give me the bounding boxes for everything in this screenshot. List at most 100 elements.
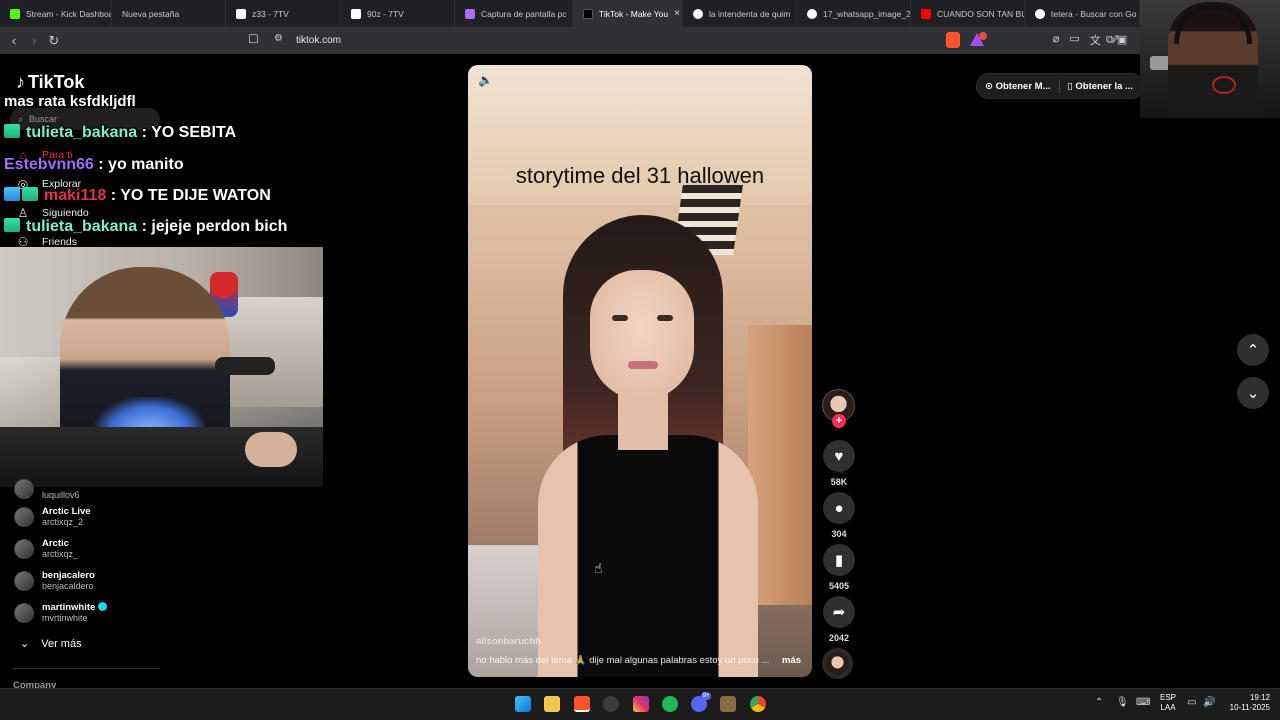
7tv-icon (351, 8, 361, 19)
site-settings-icon[interactable]: ⚙ (274, 33, 283, 44)
language-indicator[interactable]: ESP LAA (1160, 693, 1176, 713)
save-action[interactable]: ▮ 5405 (822, 544, 856, 591)
description-more-button[interactable]: más (782, 655, 801, 666)
following-name: martinwhite (42, 602, 96, 613)
video-face (590, 270, 694, 400)
7tv-icon (236, 8, 246, 19)
close-tab-icon[interactable]: × (674, 8, 680, 19)
chat-message: tulieta_bakana : jejeje perdon bich (4, 218, 287, 236)
tab-screenshot[interactable]: Captura de pantalla pc (455, 0, 573, 27)
tab-new[interactable]: Nueva pestaña (112, 0, 226, 27)
tiktok-logo[interactable]: ♪ TikTok (16, 72, 84, 93)
chat-header: mas rata ksfdkljdfl (4, 93, 136, 110)
windows-start-icon[interactable] (515, 696, 531, 712)
tab-7tv-1[interactable]: z33 - 7TV (226, 0, 341, 27)
following-item[interactable]: Arctic Live arctixqz_2 (14, 506, 91, 527)
youtube-icon (921, 8, 931, 19)
share-action[interactable]: ➦ 2042 (822, 596, 856, 643)
tab-bar: Stream - Kick Dashboa Nueva pestaña z33 … (0, 0, 1140, 27)
video-lips (628, 361, 658, 369)
url-field[interactable]: tiktok.com (296, 35, 341, 46)
instagram-icon[interactable] (633, 696, 649, 712)
clock[interactable]: 19:12 10-11-2025 (1226, 693, 1270, 713)
forward-icon[interactable]: › (24, 33, 44, 48)
get-app-button[interactable]: ▯ Obtener la ... (1068, 81, 1133, 92)
chat-text: : YO SEBITA (141, 124, 237, 141)
tab-whatsapp-image[interactable]: 17_whatsapp_image_2 (797, 0, 911, 27)
display-icon[interactable]: ▭ (1187, 697, 1196, 708)
like-count: 58K (830, 477, 848, 487)
spotify-icon[interactable] (662, 696, 678, 712)
tab-google-1[interactable]: la intendenta de quim (683, 0, 797, 27)
brave-browser-icon[interactable] (574, 696, 590, 712)
shirt-logo (1212, 76, 1236, 94)
tiktok-note-icon: ♪ (16, 72, 25, 92)
following-handle: benjacaldero (42, 581, 94, 591)
tab-7tv-2[interactable]: 90z - 7TV (341, 0, 455, 27)
following-item[interactable]: martinwhite mvrtinwhite (14, 602, 108, 623)
divider (12, 668, 160, 669)
comment-icon[interactable]: ● (823, 492, 855, 524)
bookmark-icon[interactable]: ▮ (823, 544, 855, 576)
tab-tiktok[interactable]: TikTok - Make You × (573, 0, 683, 27)
mouse-cursor-icon: ☝ (594, 560, 603, 576)
previous-video-button[interactable]: ⌃ (1237, 334, 1269, 366)
translate-icon[interactable]: 文 (1090, 32, 1101, 48)
chevron-up-icon[interactable]: ⌃ (1095, 697, 1103, 708)
following-handle: arctixqz_2 (42, 517, 84, 527)
volume-icon[interactable]: 🔊 (1203, 697, 1215, 708)
badge-icon (4, 187, 20, 201)
address-bar: ‹ › ↻ (0, 27, 1140, 54)
extensions-icon[interactable]: ⧉ ▣ (1106, 33, 1127, 47)
chat-message: Estebvnn66 : yo manito (4, 156, 184, 174)
logo-text: TikTok (28, 72, 85, 92)
following-item[interactable]: benjacalero benjacaldero (14, 570, 95, 591)
like-action[interactable]: ♥ 58K (822, 440, 856, 487)
chat-message: tulieta_bakana : YO SEBITA (4, 124, 236, 142)
chat-text: : YO TE DIJE WATON (110, 187, 271, 204)
video-overlay-title: storytime del 31 hallowen (515, 163, 765, 188)
obs-icon[interactable] (603, 696, 619, 712)
tab-youtube[interactable]: CUANDO SON TAN BU (911, 0, 1025, 27)
tiktok-icon (583, 8, 593, 19)
tab-label: 90z - 7TV (367, 8, 404, 19)
music-disc-avatar[interactable] (822, 648, 853, 679)
volume-icon[interactable]: 🔈 (478, 73, 493, 87)
lang-layout: LAA (1160, 703, 1176, 712)
follow-plus-icon[interactable]: + (832, 414, 846, 428)
microphone (215, 357, 275, 375)
chrome-icon[interactable] (750, 696, 766, 712)
following-handle: arctixqz_ (42, 549, 79, 559)
video-player[interactable]: storytime del 31 hallowen 🔈 ··· alisonba… (468, 65, 812, 677)
keyboard-icon[interactable]: ⌨ (1136, 697, 1150, 708)
minecraft-icon[interactable] (720, 696, 736, 712)
tab-google-2[interactable]: tetera - Buscar con Go (1025, 0, 1140, 27)
share-icon[interactable]: ➦ (823, 596, 855, 628)
cast-icon[interactable]: ▭ (1069, 32, 1079, 48)
brave-shields-icon[interactable] (946, 32, 960, 48)
video-eye (612, 315, 628, 321)
chevron-down-icon: ⌄ (20, 638, 30, 650)
following-item[interactable]: Arctic arctixqz_ (14, 538, 78, 559)
following-item[interactable]: luquillov6 (14, 478, 80, 500)
reload-icon[interactable]: ↻ (44, 33, 64, 49)
comment-action[interactable]: ● 304 (822, 492, 856, 539)
verified-icon (98, 602, 108, 611)
next-video-button[interactable]: ⌄ (1237, 377, 1269, 409)
video-author[interactable]: alisonbaruchh (476, 636, 541, 647)
get-mobile-button[interactable]: ⊙ Obtener M... (985, 81, 1051, 92)
bookmark-icon[interactable]: ☐ (248, 32, 259, 46)
badge-icon (22, 187, 38, 201)
back-icon[interactable]: ‹ (4, 33, 24, 48)
see-more-button[interactable]: ⌄ Ver más (20, 637, 82, 651)
search-icon: ⌕ (18, 113, 24, 124)
tab-kick[interactable]: Stream - Kick Dashboa (0, 0, 112, 27)
lang-code: ESP (1160, 693, 1177, 702)
no-translate-icon[interactable]: ⌀ (1053, 32, 1060, 48)
avatar (14, 479, 34, 499)
google-icon (1035, 8, 1045, 19)
microphone-icon[interactable]: 🎙 (1116, 697, 1129, 708)
file-explorer-icon[interactable] (544, 696, 560, 712)
heart-icon[interactable]: ♥ (823, 440, 855, 472)
more-options-icon[interactable]: ··· (785, 71, 800, 85)
